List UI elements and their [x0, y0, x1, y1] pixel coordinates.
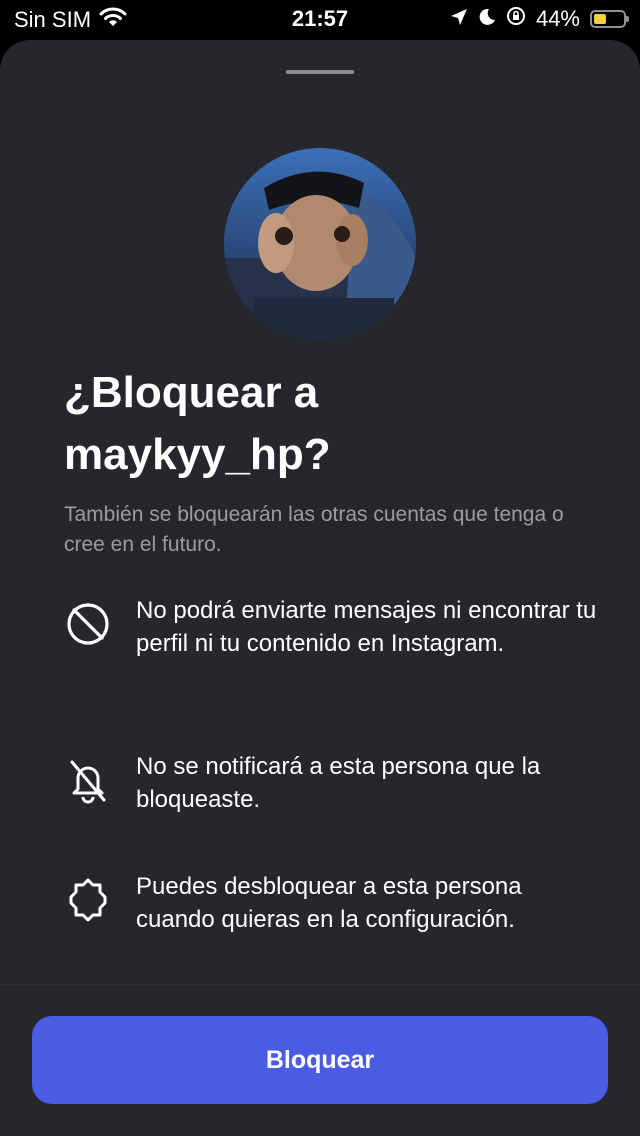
- block-dialog-sheet: ¿Bloquear a maykyy_hp? También se bloque…: [0, 40, 640, 1136]
- battery-icon: [590, 10, 629, 28]
- status-right: 44%: [450, 6, 629, 32]
- dialog-title-line1: ¿Bloquear a: [64, 368, 319, 417]
- info-item-text: No podrá enviarte mensajes ni encontrar …: [136, 597, 597, 657]
- info-item-text: No se notificará a esta persona que la b…: [136, 753, 541, 813]
- battery-level: [594, 14, 607, 24]
- status-bar: Sin SIM 21:57 44%: [0, 0, 640, 40]
- dialog-title-username: maykyy_hp?: [64, 430, 331, 479]
- block-button[interactable]: Bloquear: [32, 1016, 608, 1104]
- moon-icon: [478, 6, 496, 32]
- notifications-off-icon: [64, 756, 112, 804]
- profile-avatar: [224, 148, 416, 340]
- battery-tip: [626, 16, 629, 22]
- dialog-title: ¿Bloquear a maykyy_hp?: [64, 362, 584, 486]
- sheet-grabber-handle[interactable]: [286, 70, 354, 74]
- location-icon: [450, 6, 468, 32]
- info-item-text: Puedes desbloquear a esta persona cuando…: [136, 873, 522, 933]
- dialog-subtitle: También se bloquearán las otras cuentas …: [64, 503, 564, 556]
- orientation-lock-icon: [506, 6, 526, 32]
- settings-gear-icon: [64, 876, 112, 924]
- blocked-circle-icon: [64, 600, 112, 648]
- footer-divider: [0, 984, 640, 985]
- battery-percent: 44%: [535, 6, 580, 31]
